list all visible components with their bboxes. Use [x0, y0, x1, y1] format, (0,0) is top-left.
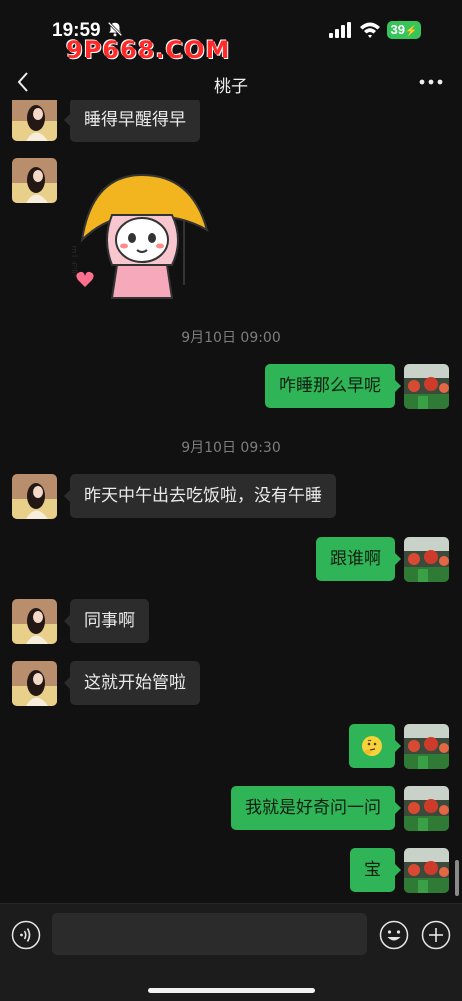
- emoji-icon[interactable]: [379, 920, 409, 950]
- incoming-message[interactable]: 昨天中午出去吃饭啦，没有午睡: [64, 474, 336, 518]
- chat-scrollbar[interactable]: [455, 860, 459, 896]
- voice-icon[interactable]: [11, 920, 41, 950]
- outgoing-message[interactable]: 宝: [350, 848, 401, 892]
- battery-level: 39: [390, 22, 405, 37]
- contact-avatar[interactable]: [12, 158, 57, 203]
- status-bar: 19:59 9P668.COM 39⚡: [0, 0, 462, 64]
- my-avatar[interactable]: [404, 786, 449, 831]
- battery-indicator: 39⚡: [387, 21, 421, 39]
- incoming-message[interactable]: 这就开始管啦: [64, 661, 200, 705]
- timestamp: 9月10日 09:00: [181, 330, 281, 346]
- chat-header: 桃子: [0, 60, 462, 104]
- outgoing-emoji-message[interactable]: [349, 724, 401, 768]
- my-avatar[interactable]: [404, 364, 449, 409]
- outgoing-message[interactable]: 跟谁啊: [316, 537, 401, 581]
- duck-girl-sticker[interactable]: 早鸭: [72, 170, 212, 310]
- more-dots-icon[interactable]: [418, 78, 444, 86]
- contact-avatar[interactable]: [12, 661, 57, 706]
- heart-icon: [76, 271, 94, 287]
- home-indicator: [148, 988, 315, 993]
- sticker-caption: 早鸭: [72, 245, 79, 277]
- contact-avatar[interactable]: [12, 100, 57, 141]
- contact-avatar[interactable]: [12, 474, 57, 519]
- thinking-emoji-icon: [362, 736, 382, 756]
- signal-icon: [329, 22, 351, 38]
- my-avatar[interactable]: [404, 537, 449, 582]
- message-list[interactable]: 睡得早醒得早 早鸭 9月10日 09:00 咋睡那么早呢 9月10日 09:30…: [0, 100, 462, 905]
- plus-icon[interactable]: [421, 920, 451, 950]
- my-avatar[interactable]: [404, 848, 449, 893]
- charging-bolt-icon: ⚡: [405, 26, 418, 37]
- my-avatar[interactable]: [404, 724, 449, 769]
- chat-title: 桃子: [214, 77, 248, 97]
- wifi-icon: [360, 22, 380, 38]
- input-bar: [0, 903, 462, 1001]
- outgoing-message[interactable]: 咋睡那么早呢: [265, 364, 401, 408]
- timestamp: 9月10日 09:30: [181, 440, 281, 456]
- outgoing-message[interactable]: 我就是好奇问一问: [231, 786, 401, 830]
- incoming-message[interactable]: 睡得早醒得早: [64, 100, 200, 142]
- contact-avatar[interactable]: [12, 599, 57, 644]
- message-input[interactable]: [52, 913, 367, 955]
- incoming-message[interactable]: 同事啊: [64, 599, 149, 643]
